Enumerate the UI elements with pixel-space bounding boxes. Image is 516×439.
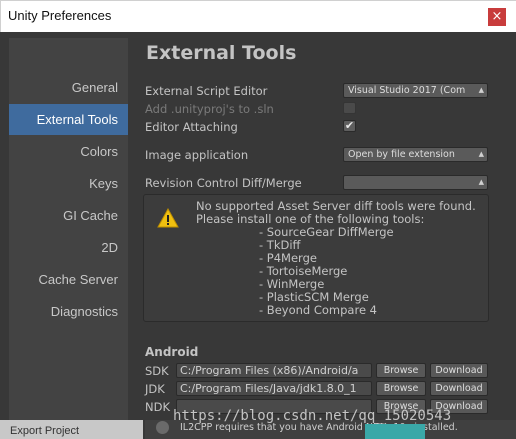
sidebar-item-2d[interactable]: 2D xyxy=(9,232,128,263)
highlight-block xyxy=(365,424,425,439)
jdk-label: JDK xyxy=(145,382,165,396)
sidebar-item-cache-server[interactable]: Cache Server xyxy=(9,264,128,295)
dropdown-arrow-icon: ▲▼ xyxy=(478,150,484,158)
sidebar-gutter xyxy=(0,38,9,439)
sidebar: General External Tools Colors Keys GI Ca… xyxy=(9,38,128,439)
window-title: Unity Preferences xyxy=(8,8,112,23)
help-tool-item: - Beyond Compare 4 xyxy=(259,303,377,317)
sidebar-item-keys[interactable]: Keys xyxy=(9,168,128,199)
help-tool-item: - P4Merge xyxy=(259,251,317,265)
image-application-value: Open by file extension xyxy=(348,149,455,160)
jdk-download-button[interactable]: Download xyxy=(430,381,488,396)
sidebar-item-general[interactable]: General xyxy=(9,72,128,103)
editor-attaching-label: Editor Attaching xyxy=(145,120,238,134)
title-bar: Unity Preferences × xyxy=(1,1,516,33)
help-tool-item: - TortoiseMerge xyxy=(259,264,348,278)
external-script-editor-label: External Script Editor xyxy=(145,84,268,98)
add-unityproj-label: Add .unityproj's to .sln xyxy=(145,102,274,116)
revision-control-dropdown[interactable]: ▲▼ xyxy=(343,175,488,190)
sidebar-item-external-tools[interactable]: External Tools xyxy=(9,104,128,135)
help-tool-item: - SourceGear DiffMerge xyxy=(259,225,394,239)
close-button[interactable]: × xyxy=(488,8,506,26)
editor-attaching-checkbox[interactable]: ✔ xyxy=(343,120,356,132)
sidebar-item-diagnostics[interactable]: Diagnostics xyxy=(9,296,128,327)
revision-control-label: Revision Control Diff/Merge xyxy=(145,176,302,190)
external-script-editor-value: Visual Studio 2017 (Com xyxy=(348,85,466,96)
watermark-text: https://blog.csdn.net/qq_15020543 xyxy=(173,408,452,424)
help-tool-item: - WinMerge xyxy=(259,277,325,291)
sdk-browse-button[interactable]: Browse xyxy=(376,363,426,378)
page-title: External Tools xyxy=(146,42,297,64)
sdk-label: SDK xyxy=(145,364,169,378)
image-application-dropdown[interactable]: Open by file extension ▲▼ xyxy=(343,147,488,162)
dropdown-arrow-icon: ▲▼ xyxy=(478,86,484,94)
sdk-path-field[interactable]: C:/Program Files (x86)/Android/a xyxy=(176,363,372,378)
sidebar-item-colors[interactable]: Colors xyxy=(9,136,128,167)
image-application-label: Image application xyxy=(145,148,249,162)
sdk-download-button[interactable]: Download xyxy=(430,363,488,378)
sidebar-item-gi-cache[interactable]: GI Cache xyxy=(9,200,128,231)
help-tool-item: - PlasticSCM Merge xyxy=(259,290,369,304)
checkmark-icon: ✔ xyxy=(344,119,355,132)
help-tool-item: - TkDiff xyxy=(259,238,301,252)
external-script-editor-dropdown[interactable]: Visual Studio 2017 (Com ▲▼ xyxy=(343,83,488,98)
ndk-label: NDK xyxy=(145,400,170,414)
jdk-browse-button[interactable]: Browse xyxy=(376,381,426,396)
help-text-line2: Please install one of the following tool… xyxy=(196,212,425,226)
dropdown-arrow-icon: ▲▼ xyxy=(478,178,484,186)
info-icon xyxy=(156,421,169,434)
jdk-path-field[interactable]: C:/Program Files/Java/jdk1.8.0_1 xyxy=(176,381,372,396)
add-unityproj-checkbox[interactable] xyxy=(343,102,356,114)
export-project-item[interactable]: Export Project xyxy=(10,425,79,437)
warning-icon xyxy=(157,208,179,228)
help-text-line1: No supported Asset Server diff tools wer… xyxy=(196,199,476,213)
android-section-title: Android xyxy=(145,345,199,359)
